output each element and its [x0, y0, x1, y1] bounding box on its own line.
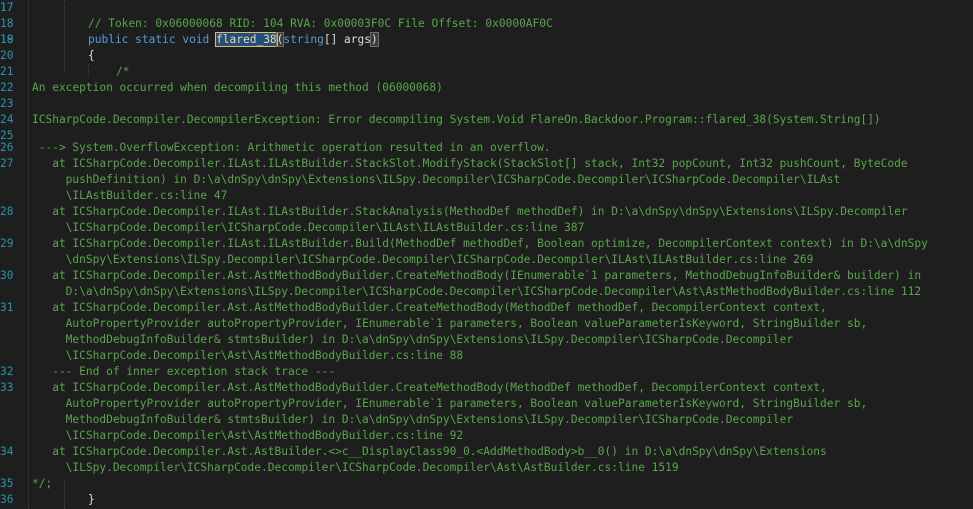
line-number: 31: [0, 301, 14, 314]
keyword-void: void: [182, 33, 210, 46]
line-number: 33: [0, 381, 14, 394]
line-number: 19: [0, 33, 14, 46]
stack-trace-line: \ILAstBuilder.cs:line 47: [32, 189, 228, 202]
line-number: 34: [0, 445, 14, 458]
stack-trace-line: \dnSpy\Extensions\ILSpy.Decompiler\ICSha…: [32, 253, 814, 266]
keyword-static: static: [135, 33, 176, 46]
line-number: 20: [0, 49, 14, 62]
line-number: 22: [0, 81, 14, 94]
line-number: 29: [0, 237, 14, 250]
line-number: 21: [0, 65, 14, 78]
stack-trace-line: at ICSharpCode.Decompiler.Ast.AstMethodB…: [32, 381, 827, 394]
line-number: 30: [0, 269, 14, 282]
stack-trace-line: at ICSharpCode.Decompiler.Ast.AstMethodB…: [32, 269, 922, 282]
line-number: 35: [0, 477, 14, 490]
line-number: 24: [0, 113, 14, 126]
method-name-highlighted[interactable]: flared_38: [215, 32, 278, 47]
comment-close: */;: [32, 477, 53, 490]
token-comment: // Token: 0x06000068 RID: 104 RVA: 0x000…: [88, 17, 553, 30]
code-editor[interactable]: 17 18 17 18 19 20 21 22 23 24 25 26 27 2…: [0, 0, 973, 509]
line-number: 23: [0, 97, 14, 110]
keyword-public: public: [88, 33, 129, 46]
line-number: 32: [0, 365, 14, 378]
stack-trace-line: at ICSharpCode.Decompiler.Ast.AstBuilder…: [32, 445, 827, 458]
end-inner-exception: --- End of inner exception stack trace -…: [32, 365, 336, 378]
line-number: 17: [0, 1, 14, 14]
decompiler-exception: ICSharpCode.Decompiler.DecompilerExcepti…: [32, 113, 881, 126]
stack-trace-line: at ICSharpCode.Decompiler.Ast.AstMethodB…: [32, 301, 827, 314]
line-number: 28: [0, 205, 14, 218]
line-number: 26: [0, 141, 14, 154]
stack-trace-line: at ICSharpCode.Decompiler.ILAst.ILAstBui…: [32, 205, 908, 218]
line-number: 27: [0, 157, 14, 170]
indent-guide: [64, 480, 66, 509]
stack-trace-line: at ICSharpCode.Decompiler.ILAst.ILAstBui…: [32, 237, 928, 250]
stack-trace-line: \ICSharpCode.Decompiler\Ast\AstMethodBod…: [32, 349, 464, 362]
stack-trace-line: MethodDebugInfoBuilder& stmtsBuilder) in…: [32, 333, 794, 346]
method-signature: public static void flared_38(string[] ar…: [88, 32, 379, 48]
stack-trace-line: MethodDebugInfoBuilder& stmtsBuilder) in…: [32, 413, 794, 426]
stack-trace-line: \ICSharpCode.Decompiler\Ast\AstMethodBod…: [32, 429, 464, 442]
params-rest: [] args: [323, 33, 371, 46]
keyword-string: string: [283, 33, 324, 46]
comment-open: /*: [116, 65, 130, 78]
brace-close: }: [88, 493, 95, 506]
stack-trace-line: AutoPropertyProvider autoPropertyProvide…: [32, 317, 868, 330]
stack-trace-line: at ICSharpCode.Decompiler.ILAst.ILAstBui…: [32, 157, 908, 170]
stack-trace-line: \ICSharpCode.Decompiler\ICSharpCode.Deco…: [32, 221, 585, 234]
exception-header: An exception occurred when decompiling t…: [32, 81, 443, 94]
stack-trace-line: pushDefinition) in D:\a\dnSpy\dnSpy\Exte…: [32, 173, 841, 186]
brace-open: {: [88, 49, 95, 62]
stack-trace-line: D:\a\dnSpy\dnSpy\Extensions\ILSpy.Decomp…: [32, 285, 922, 298]
line-number: 36: [0, 493, 14, 506]
fold-guide: [28, 0, 30, 509]
paren-close: ): [370, 32, 379, 47]
indent-guide: [64, 0, 66, 72]
stack-trace-line: AutoPropertyProvider autoPropertyProvide…: [32, 397, 868, 410]
indent-guide: [88, 64, 90, 76]
stack-trace-line: \ILSpy.Decompiler\ICSharpCode.Decompiler…: [32, 461, 679, 474]
overflow-exception: ---> System.OverflowException: Arithmeti…: [32, 141, 551, 154]
line-number: 18: [0, 17, 14, 30]
